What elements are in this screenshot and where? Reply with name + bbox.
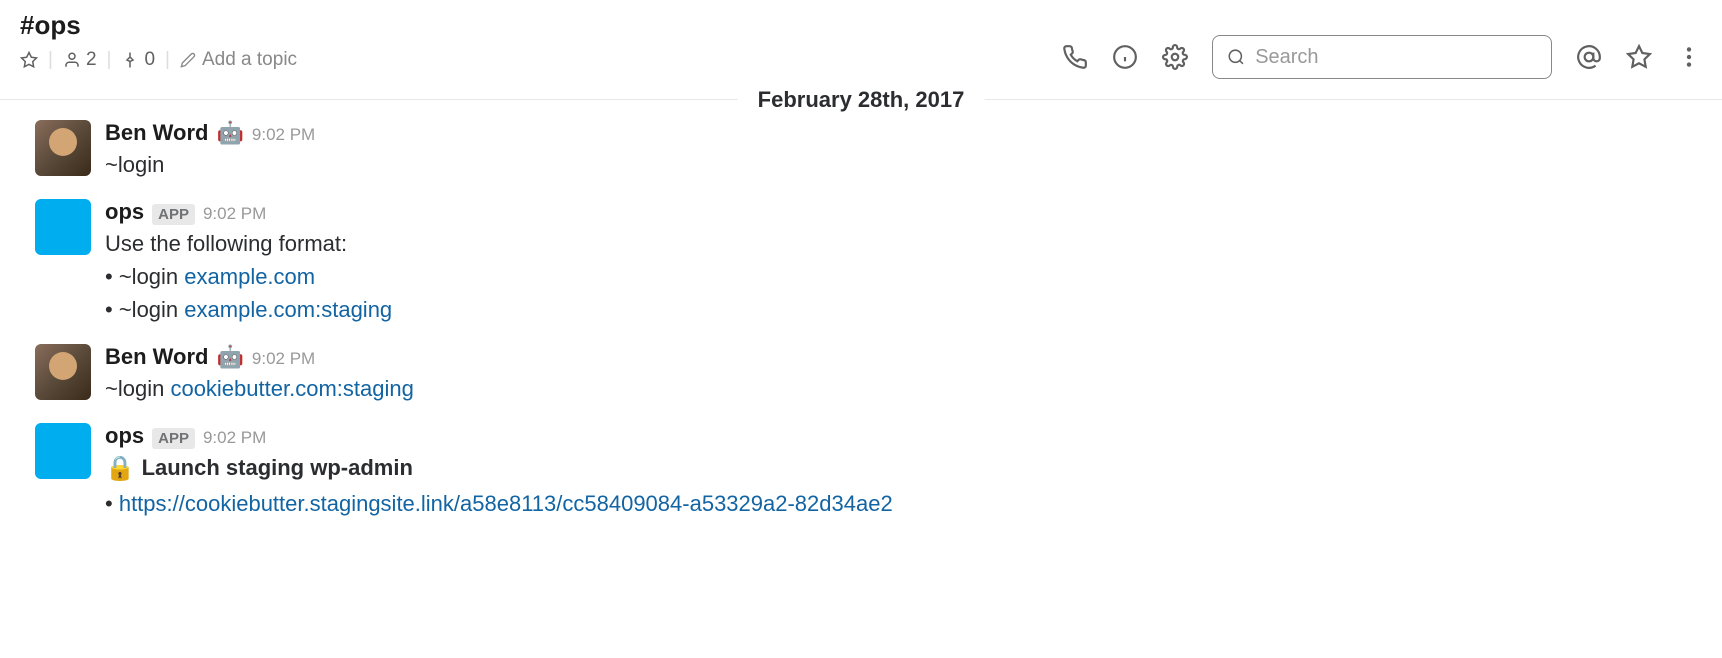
channel-name[interactable]: #ops <box>20 10 1062 41</box>
gear-icon <box>1162 44 1188 70</box>
message-line: ~login example.com <box>105 260 1702 293</box>
author-name[interactable]: ops <box>105 423 144 449</box>
message-header: ops APP 9:02 PM <box>105 423 1702 449</box>
more-button[interactable] <box>1676 44 1702 70</box>
message-line: ~login cookiebutter.com:staging <box>105 372 1702 405</box>
message: Ben Word 🤖 9:02 PM ~login <box>35 120 1702 181</box>
message: Ben Word 🤖 9:02 PM ~login cookiebutter.com:… <box>35 344 1702 405</box>
header-right <box>1062 10 1702 79</box>
divider: | <box>107 49 112 71</box>
link[interactable]: https://cookiebutter.stagingsite.link/a5… <box>119 491 893 516</box>
star-channel-button[interactable] <box>20 51 38 69</box>
avatar[interactable] <box>35 344 91 400</box>
at-icon <box>1576 44 1602 70</box>
lock-icon: 🔒 <box>105 455 142 482</box>
message-line: ~login example.com:staging <box>105 293 1702 326</box>
avatar[interactable] <box>35 120 91 176</box>
message-header: ops APP 9:02 PM <box>105 199 1702 225</box>
message-line: ~login <box>105 148 1702 181</box>
timestamp[interactable]: 9:02 PM <box>203 428 266 448</box>
author-name[interactable]: ops <box>105 199 144 225</box>
timestamp[interactable]: 9:02 PM <box>203 204 266 224</box>
avatar[interactable] <box>35 423 91 479</box>
divider: | <box>48 49 53 71</box>
member-count[interactable]: 2 <box>63 49 97 71</box>
message: ops APP 9:02 PM 🔒 Launch staging wp-admin ht… <box>35 423 1702 520</box>
link[interactable]: example.com:staging <box>184 297 392 322</box>
author-name[interactable]: Ben Word <box>105 344 208 370</box>
app-badge: APP <box>152 428 195 449</box>
timestamp[interactable]: 9:02 PM <box>252 125 315 145</box>
pin-count[interactable]: 0 <box>121 49 155 71</box>
person-icon <box>63 51 81 69</box>
channel-header: #ops | 2 | 0 | <box>0 0 1722 100</box>
mentions-button[interactable] <box>1576 44 1602 70</box>
message-text: ~login <box>105 152 164 177</box>
divider: | <box>165 49 170 71</box>
message-header: Ben Word 🤖 9:02 PM <box>105 344 1702 370</box>
message-text: ~login <box>119 297 184 322</box>
add-topic-button[interactable]: Add a topic <box>180 49 297 71</box>
app-badge: APP <box>152 204 195 225</box>
star-icon <box>1626 44 1652 70</box>
timestamp[interactable]: 9:02 PM <box>252 349 315 369</box>
message-line: https://cookiebutter.stagingsite.link/a5… <box>105 487 1702 520</box>
pencil-icon <box>180 52 196 68</box>
pin-icon <box>121 51 139 69</box>
message: ops APP 9:02 PM Use the following format: ~l… <box>35 199 1702 326</box>
message-text: ~login <box>105 376 170 401</box>
message-body: ops APP 9:02 PM Use the following format: ~l… <box>105 199 1702 326</box>
star-icon <box>20 51 38 69</box>
date-divider: February 28th, 2017 <box>738 87 985 113</box>
search-input[interactable] <box>1255 46 1537 69</box>
robot-icon: 🤖 <box>216 120 243 146</box>
info-icon <box>1112 44 1138 70</box>
starred-button[interactable] <box>1626 44 1652 70</box>
message-text: ~login <box>119 264 184 289</box>
message-text: Use the following format: <box>105 231 347 256</box>
channel-meta: | 2 | 0 | Add a topic <box>20 49 1062 71</box>
message-body: Ben Word 🤖 9:02 PM ~login cookiebutter.com:… <box>105 344 1702 405</box>
add-topic-label: Add a topic <box>202 49 297 71</box>
phone-icon <box>1062 44 1088 70</box>
link[interactable]: cookiebutter.com:staging <box>170 376 413 401</box>
message-line: Use the following format: <box>105 227 1702 260</box>
avatar[interactable] <box>35 199 91 255</box>
link[interactable]: example.com <box>184 264 315 289</box>
search-box[interactable] <box>1212 35 1552 79</box>
robot-icon: 🤖 <box>216 344 243 370</box>
pin-count-value: 0 <box>144 49 155 71</box>
info-button[interactable] <box>1112 44 1138 70</box>
message-header: Ben Word 🤖 9:02 PM <box>105 120 1702 146</box>
settings-button[interactable] <box>1162 44 1188 70</box>
message-text: Launch staging wp-admin <box>142 455 413 480</box>
header-left: #ops | 2 | 0 | <box>20 10 1062 71</box>
search-icon <box>1227 47 1245 67</box>
message-line: 🔒 Launch staging wp-admin <box>105 451 1702 487</box>
author-name[interactable]: Ben Word <box>105 120 208 146</box>
message-body: Ben Word 🤖 9:02 PM ~login <box>105 120 1702 181</box>
call-button[interactable] <box>1062 44 1088 70</box>
messages-container: Ben Word 🤖 9:02 PM ~login ops APP 9:02 PM Use t… <box>0 100 1722 558</box>
message-body: ops APP 9:02 PM 🔒 Launch staging wp-admin ht… <box>105 423 1702 520</box>
more-vertical-icon <box>1676 44 1702 70</box>
member-count-value: 2 <box>86 49 97 71</box>
